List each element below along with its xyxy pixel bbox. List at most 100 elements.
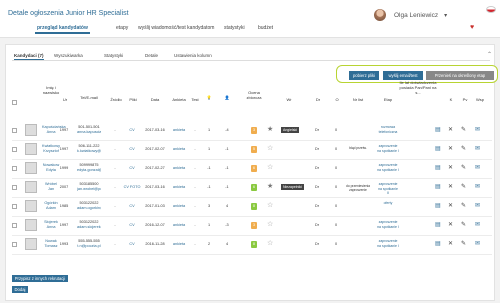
header-dr[interactable]: Dr [314,97,322,102]
edit-icon[interactable]: ✎ [461,221,466,228]
document-icon[interactable]: ▤ [435,164,441,171]
header-score[interactable]: Ocena zbiorcza [245,90,263,100]
candidate-name[interactable]: Ogórkin Adam [42,201,60,210]
header-form[interactable]: Ankieta [170,97,188,102]
document-icon[interactable]: ▤ [435,221,441,228]
candidate-files[interactable]: CV [122,166,142,171]
header-custom-question[interactable]: Ile lat doświadczenia posiada Pan/Pani n… [397,80,439,95]
header-stage[interactable]: Etap [382,97,394,102]
candidate-files[interactable]: CV [122,128,142,133]
candidate-email[interactable]: anna.kapusciansk@poczta.mail [77,130,101,135]
document-icon[interactable]: ▤ [435,126,441,133]
candidate-name[interactable]: Wróbel Jan [42,182,60,191]
candidate-form[interactable]: ankieta [170,147,188,152]
candidate-stage[interactable]: zaproszenie na spotkanie II [377,182,399,196]
candidate-email[interactable]: adam.ogorkin@poczta.mail [77,206,101,211]
tab-details[interactable]: Detale [145,53,158,58]
edit-icon[interactable]: ✎ [461,240,466,247]
mail-icon[interactable]: ✉ [475,164,480,171]
row-checkbox[interactable] [12,223,17,228]
candidate-name[interactable]: Kapuściańska Anna [42,125,66,134]
document-icon[interactable]: ▤ [435,240,441,247]
candidate-name[interactable]: Kwiatkowy Krzysztof [42,144,60,153]
candidate-name[interactable]: Nowakow Edyta [42,163,60,172]
header-files[interactable]: Pliki [125,97,141,102]
candidate-stage[interactable]: zaproszenie na spotkanie I [377,220,399,229]
star-icon[interactable]: ☆ [267,239,273,247]
edit-icon[interactable]: ✎ [461,202,466,209]
table-row[interactable]: Nowak Tomasz 1993 555-555-555 t.n@poczta… [12,236,492,255]
candidate-email[interactable]: k.kwiatkowy@poczta.mail [77,149,101,154]
row-checkbox[interactable] [12,185,17,190]
table-row[interactable]: Wróbel Jan 2007 503185500 jan.wrobel@poc… [12,179,492,198]
row-checkbox[interactable] [12,128,17,133]
chevron-up-icon[interactable]: ⌃ [487,51,492,58]
document-icon[interactable]: ▤ [435,202,441,209]
star-icon[interactable]: ☆ [267,163,273,171]
header-name[interactable]: Imię i nazwisko [40,85,62,95]
edit-icon[interactable]: ✎ [461,145,466,152]
candidate-name[interactable]: Słojerek Anna [42,220,60,229]
candidate-form[interactable]: ankieta [170,128,188,133]
header-test[interactable]: Test [190,97,200,102]
mail-icon[interactable]: ✉ [475,240,480,247]
tab-column-settings[interactable]: Ustawienia kolumn [174,53,212,58]
select-all-checkbox[interactable] [12,100,17,105]
delete-icon[interactable]: ✕ [448,221,453,228]
candidate-email[interactable]: jan.wrobel@poczta.mail [77,187,101,192]
delete-icon[interactable]: ✕ [448,164,453,171]
star-icon[interactable]: ☆ [267,201,273,209]
nav-item-stages[interactable]: etapy [114,24,130,32]
language-flag-icon[interactable] [486,6,496,13]
table-row[interactable]: Kapuściańska Anna 1997 501-501-501 anna.… [12,122,492,141]
heart-icon[interactable]: ♥ [470,24,474,31]
tab-candidates[interactable]: Kandydaci (7) [14,53,44,60]
header-nr[interactable]: Nr list [352,97,364,102]
header-o[interactable]: O [333,97,341,102]
candidate-email[interactable]: t.n@poczta.pl [77,244,101,249]
candidate-files[interactable]: CV [122,242,142,247]
table-row[interactable]: Ogórkin Adam 1985 503122022 adam.ogorkin… [12,198,492,217]
user-menu[interactable]: Olga Leniewicz ▾ [374,9,447,21]
document-icon[interactable]: ▤ [435,183,441,190]
tab-statistics[interactable]: Statystyki [104,53,123,58]
candidate-files[interactable]: CV FOTO [122,185,142,190]
mail-icon[interactable]: ✉ [475,221,480,228]
header-date[interactable]: Data [148,97,162,102]
mail-icon[interactable]: ✉ [475,183,480,190]
row-checkbox[interactable] [12,147,17,152]
header-k[interactable]: K [448,97,454,102]
add-button[interactable]: Dodaj [12,286,28,293]
candidate-email[interactable]: adam.slojerek@poczta.mail [77,225,101,230]
delete-icon[interactable]: ✕ [448,183,453,190]
document-icon[interactable]: ▤ [435,145,441,152]
candidate-files[interactable]: CV [122,223,142,228]
star-icon[interactable]: ★ [267,125,273,133]
nav-item-statistics[interactable]: statystyki [222,24,247,32]
candidate-form[interactable]: ankieta [170,242,188,247]
edit-icon[interactable]: ✎ [461,126,466,133]
tab-search[interactable]: Wyszukiwarka [54,53,83,58]
candidate-form[interactable]: ankieta [170,204,188,209]
nav-item-send-message[interactable]: wyślij wiadomość/test kandydatom [136,24,216,32]
edit-icon[interactable]: ✎ [461,164,466,171]
mail-icon[interactable]: ✉ [475,126,480,133]
header-tel[interactable]: Tel/E-mail [78,95,100,100]
delete-icon[interactable]: ✕ [448,145,453,152]
mail-icon[interactable]: ✉ [475,145,480,152]
table-row[interactable]: Kwiatkowy Krzysztof 1997 506-111-222 k.k… [12,141,492,160]
edit-icon[interactable]: ✎ [461,183,466,190]
candidate-email[interactable]: edyta.gonzal@poczta.mail [77,168,101,173]
candidate-form[interactable]: ankieta [170,166,188,171]
delete-icon[interactable]: ✕ [448,202,453,209]
table-row[interactable]: Słojerek Anna 1997 503122022 adam.slojer… [12,217,492,236]
mail-icon[interactable]: ✉ [475,202,480,209]
delete-icon[interactable]: ✕ [448,126,453,133]
candidate-files[interactable]: CV [122,204,142,209]
nav-item-budget[interactable]: budżet [256,24,275,32]
header-pv[interactable]: Pv [461,97,469,102]
candidate-stage[interactable]: oferty [377,201,399,206]
header-year[interactable]: Ur [60,97,70,102]
header-source[interactable]: Źródło [107,97,125,102]
star-icon[interactable]: ★ [267,182,273,190]
